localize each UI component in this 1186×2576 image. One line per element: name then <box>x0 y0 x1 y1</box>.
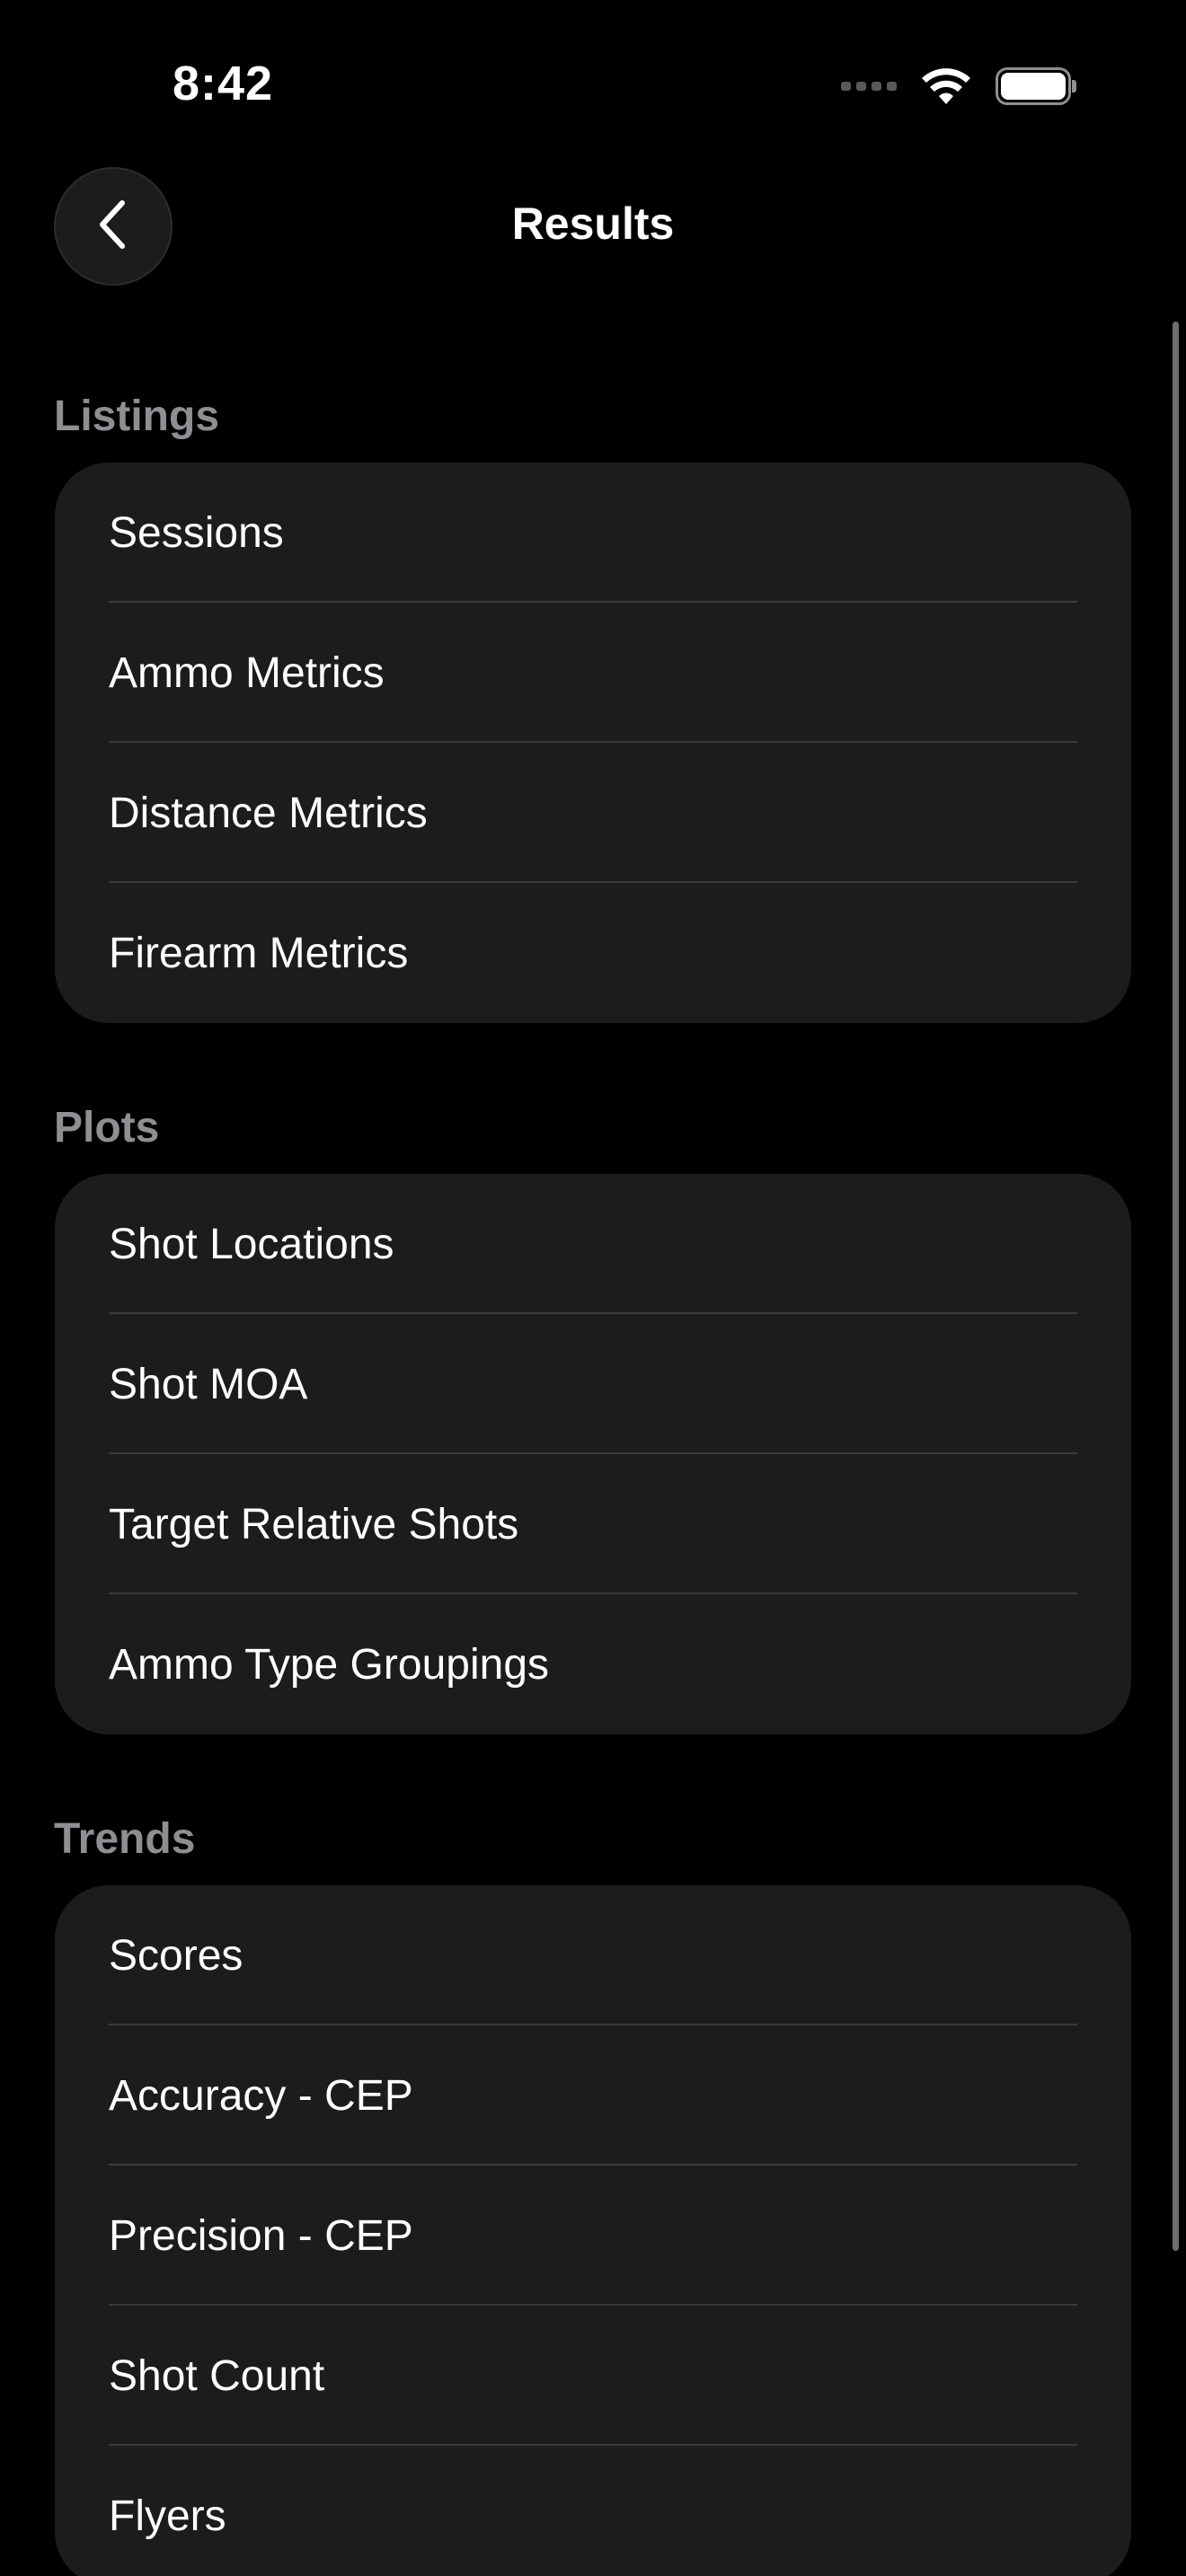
row-shot-count[interactable]: Shot Count <box>55 2306 1131 2446</box>
wifi-icon <box>920 66 972 106</box>
row-target-relative-shots[interactable]: Target Relative Shots <box>55 1454 1131 1594</box>
trends-group: Scores Accuracy - CEP Precision - CEP Sh… <box>55 1885 1131 2576</box>
listings-group: Sessions Ammo Metrics Distance Metrics F… <box>55 463 1131 1023</box>
row-flyers[interactable]: Flyers <box>55 2446 1131 2576</box>
cellular-signal-icon <box>841 82 897 91</box>
status-time: 8:42 <box>173 57 274 110</box>
row-sessions[interactable]: Sessions <box>55 463 1131 603</box>
row-firearm-metrics[interactable]: Firearm Metrics <box>55 883 1131 1023</box>
status-indicators <box>841 65 1076 108</box>
section-header-plots: Plots <box>54 1104 160 1151</box>
battery-icon <box>996 67 1076 105</box>
row-accuracy-cep[interactable]: Accuracy - CEP <box>55 2025 1131 2166</box>
row-scores[interactable]: Scores <box>55 1885 1131 2025</box>
page-title: Results <box>511 198 675 249</box>
row-distance-metrics[interactable]: Distance Metrics <box>55 743 1131 883</box>
row-shot-locations[interactable]: Shot Locations <box>55 1174 1131 1314</box>
row-ammo-type-groupings[interactable]: Ammo Type Groupings <box>55 1594 1131 1734</box>
plots-group: Shot Locations Shot MOA Target Relative … <box>55 1174 1131 1734</box>
row-shot-moa[interactable]: Shot MOA <box>55 1314 1131 1454</box>
row-ammo-metrics[interactable]: Ammo Metrics <box>55 603 1131 743</box>
section-header-trends: Trends <box>54 1815 196 1863</box>
results-screen: 8:42 Results Listings Sessions Ammo Metr… <box>0 0 1186 2576</box>
scroll-indicator[interactable] <box>1173 322 1179 2251</box>
row-precision-cep[interactable]: Precision - CEP <box>55 2166 1131 2306</box>
section-header-listings: Listings <box>54 393 220 440</box>
